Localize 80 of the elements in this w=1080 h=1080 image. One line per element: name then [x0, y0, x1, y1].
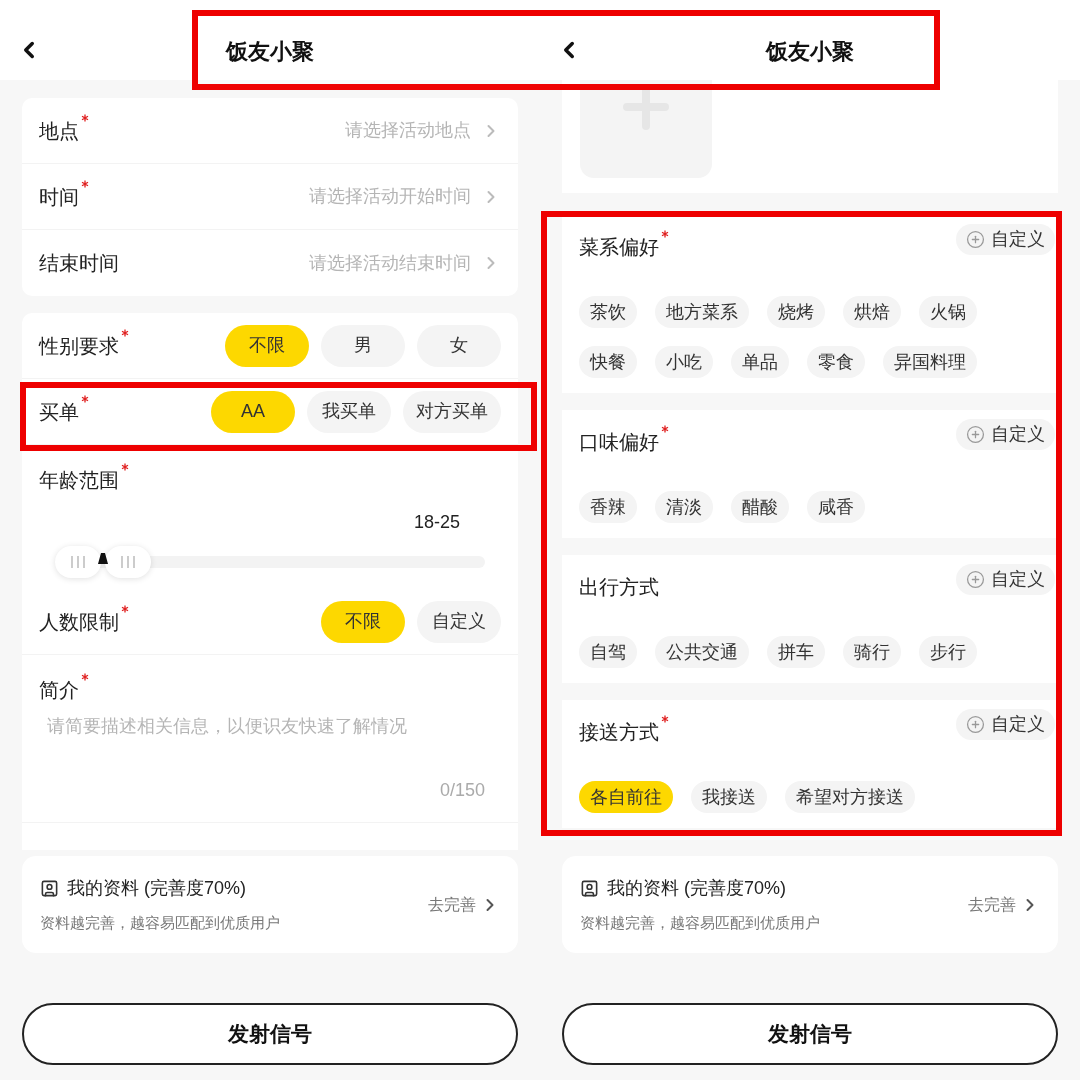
option-chip[interactable]: 对方买单	[403, 390, 501, 433]
option-chip[interactable]: 男	[321, 324, 405, 367]
complete-link[interactable]: 去完善	[968, 892, 1016, 917]
range-slider[interactable]	[55, 546, 485, 578]
option-chip[interactable]: 公共交通	[655, 636, 749, 668]
option-chip[interactable]: 各自前往	[579, 781, 673, 813]
option-chip[interactable]: 快餐	[579, 346, 637, 378]
field-label: 性别要求	[39, 333, 119, 359]
profile-subtitle: 资料越完善，越容易匹配到优质用户	[40, 912, 280, 933]
intro-field[interactable]: 请简要描述相关信息，以便识友快速了解情况	[47, 713, 501, 773]
marker-icon	[98, 553, 108, 564]
option-chip[interactable]: 希望对方接送	[785, 781, 915, 813]
option-chip[interactable]: 烧烤	[767, 296, 825, 328]
option-chip[interactable]: 自驾	[579, 636, 637, 668]
option-chip[interactable]: 女	[417, 324, 501, 367]
option-chip[interactable]: 清淡	[655, 491, 713, 523]
option-chip[interactable]: 异国料理	[883, 346, 977, 378]
field-label: 简介	[39, 678, 79, 703]
custom-button[interactable]: 自定义	[956, 224, 1055, 255]
picker-row[interactable]: 时间 请选择活动开始时间	[22, 164, 518, 230]
option-chip[interactable]: 单品	[731, 346, 789, 378]
field-label: 时间	[39, 184, 79, 210]
option-chip[interactable]: 香辣	[579, 491, 637, 523]
picker-placeholder: 请选择活动地点	[345, 119, 471, 142]
picker-row[interactable]: 结束时间 请选择活动结束时间	[22, 230, 518, 296]
profile-subtitle: 资料越完善，越容易匹配到优质用户	[580, 912, 820, 933]
custom-button[interactable]: 自定义	[956, 419, 1055, 450]
option-chip[interactable]: 不限	[321, 600, 405, 643]
add-icon	[966, 230, 985, 249]
field-label: 出行方式	[579, 575, 659, 600]
field-label: 人数限制	[39, 609, 119, 635]
picker-row[interactable]: 地点 请选择活动地点	[22, 98, 518, 164]
field-label: 结束时间	[39, 251, 119, 276]
option-chip[interactable]: AA	[211, 390, 295, 433]
grip-icon	[119, 556, 136, 568]
page-title: 饭友小聚	[766, 37, 854, 66]
option-chip[interactable]: 地方菜系	[655, 296, 749, 328]
field-label: 菜系偏好	[579, 235, 659, 260]
field-label: 接送方式	[579, 720, 659, 745]
add-icon	[966, 570, 985, 589]
option-chip[interactable]: 我接送	[691, 781, 767, 813]
profile-title: 我的资料 (完善度70%)	[67, 876, 246, 900]
field-label: 口味偏好	[579, 430, 659, 455]
char-counter: 0/150	[439, 779, 485, 802]
option-chip[interactable]: 烘焙	[843, 296, 901, 328]
option-chip[interactable]: 不限	[225, 324, 309, 367]
add-icon	[966, 715, 985, 734]
field-label: 年龄范围	[39, 468, 119, 493]
age-reading: 18-25	[413, 511, 460, 534]
option-chip[interactable]: 火锅	[919, 296, 977, 328]
profile-title: 我的资料 (完善度70%)	[607, 876, 786, 900]
option-chip[interactable]: 骑行	[843, 636, 901, 668]
option-chip[interactable]: 拼车	[767, 636, 825, 668]
option-chip[interactable]: 小吃	[655, 346, 713, 378]
option-chip[interactable]: 茶饮	[579, 296, 637, 328]
profile-icon	[40, 878, 59, 898]
field-label: 地点	[39, 118, 79, 144]
picker-placeholder: 请选择活动开始时间	[309, 185, 471, 208]
add-icon	[966, 425, 985, 444]
option-chip[interactable]: 零食	[807, 346, 865, 378]
custom-button[interactable]: 自定义	[956, 564, 1055, 595]
field-label: 买单	[39, 399, 79, 425]
option-chip[interactable]: 咸香	[807, 491, 865, 523]
profile-icon	[580, 878, 599, 898]
option-chip[interactable]: 自定义	[417, 600, 501, 643]
custom-button[interactable]: 自定义	[956, 709, 1055, 740]
complete-link[interactable]: 去完善	[428, 892, 476, 917]
profile-card[interactable]: 我的资料 (完善度70%) 资料越完善，越容易匹配到优质用户 去完善	[562, 856, 1058, 953]
option-chip[interactable]: 我买单	[307, 390, 391, 433]
page-title: 饭友小聚	[226, 37, 314, 66]
grip-icon	[70, 556, 86, 568]
slider-handle[interactable]	[55, 546, 101, 578]
picker-placeholder: 请选择活动结束时间	[309, 251, 471, 275]
submit-button[interactable]: 发射信号	[22, 1003, 518, 1065]
option-chip[interactable]: 步行	[919, 636, 977, 668]
profile-card[interactable]: 我的资料 (完善度70%) 资料越完善，越容易匹配到优质用户 去完善	[22, 856, 518, 953]
add-photo-button[interactable]	[580, 80, 712, 178]
slider-handle[interactable]	[104, 546, 151, 578]
submit-button[interactable]: 发射信号	[562, 1003, 1058, 1065]
option-chip[interactable]: 醋酸	[731, 491, 789, 523]
